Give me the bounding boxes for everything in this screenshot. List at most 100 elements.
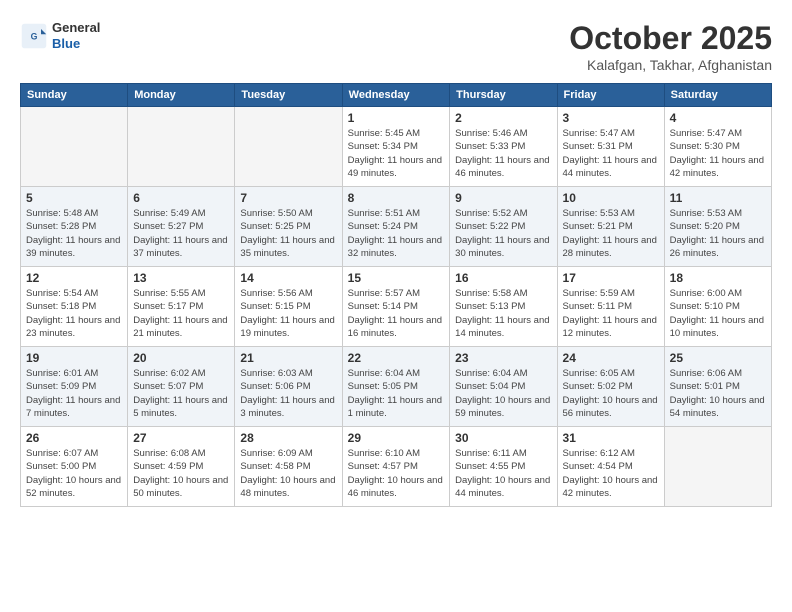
calendar-cell: 27 Sunrise: 6:08 AM Sunset: 4:59 PM Dayli… <box>128 427 235 507</box>
calendar-cell: 26 Sunrise: 6:07 AM Sunset: 5:00 PM Dayli… <box>21 427 128 507</box>
day-info: Sunrise: 6:07 AM Sunset: 5:00 PM Dayligh… <box>26 447 122 500</box>
day-info: Sunrise: 5:45 AM Sunset: 5:34 PM Dayligh… <box>348 127 445 180</box>
day-number: 31 <box>563 431 659 445</box>
calendar-week-row: 26 Sunrise: 6:07 AM Sunset: 5:00 PM Dayli… <box>21 427 772 507</box>
calendar-cell: 22 Sunrise: 6:04 AM Sunset: 5:05 PM Dayli… <box>342 347 450 427</box>
calendar-cell <box>235 107 342 187</box>
day-info: Sunrise: 5:56 AM Sunset: 5:15 PM Dayligh… <box>240 287 336 340</box>
day-info: Sunrise: 6:05 AM Sunset: 5:02 PM Dayligh… <box>563 367 659 420</box>
day-number: 27 <box>133 431 229 445</box>
day-number: 20 <box>133 351 229 365</box>
calendar-cell: 28Sunrise: 6:09 AM Sunset: 4:58 PM Dayli… <box>235 427 342 507</box>
day-number: 17 <box>563 271 659 285</box>
calendar-cell: 23 Sunrise: 6:04 AM Sunset: 5:04 PM Dayli… <box>450 347 557 427</box>
day-info: Sunrise: 5:55 AM Sunset: 5:17 PM Dayligh… <box>133 287 229 340</box>
day-info: Sunrise: 6:08 AM Sunset: 4:59 PM Dayligh… <box>133 447 229 500</box>
day-number: 15 <box>348 271 445 285</box>
day-number: 1 <box>348 111 445 125</box>
day-number: 25 <box>670 351 766 365</box>
day-info: Sunrise: 5:57 AM Sunset: 5:14 PM Dayligh… <box>348 287 445 340</box>
calendar-cell: 30 Sunrise: 6:11 AM Sunset: 4:55 PM Dayli… <box>450 427 557 507</box>
calendar-cell: 2Sunrise: 5:46 AM Sunset: 5:33 PM Daylig… <box>450 107 557 187</box>
day-number: 13 <box>133 271 229 285</box>
calendar-cell: 4Sunrise: 5:47 AM Sunset: 5:30 PM Daylig… <box>664 107 771 187</box>
day-number: 26 <box>26 431 122 445</box>
day-info: Sunrise: 5:59 AM Sunset: 5:11 PM Dayligh… <box>563 287 659 340</box>
day-number: 11 <box>670 191 766 205</box>
day-info: Sunrise: 6:10 AM Sunset: 4:57 PM Dayligh… <box>348 447 445 500</box>
day-number: 6 <box>133 191 229 205</box>
calendar-cell: 6 Sunrise: 5:49 AM Sunset: 5:27 PM Daylig… <box>128 187 235 267</box>
day-info: Sunrise: 5:58 AM Sunset: 5:13 PM Dayligh… <box>455 287 551 340</box>
day-info: Sunrise: 5:48 AM Sunset: 5:28 PM Dayligh… <box>26 207 122 260</box>
day-info: Sunrise: 6:12 AM Sunset: 4:54 PM Dayligh… <box>563 447 659 500</box>
calendar-cell: 1 Sunrise: 5:45 AM Sunset: 5:34 PM Daylig… <box>342 107 450 187</box>
day-number: 16 <box>455 271 551 285</box>
weekday-header-wednesday: Wednesday <box>342 84 450 107</box>
day-info: Sunrise: 6:04 AM Sunset: 5:04 PM Dayligh… <box>455 367 551 420</box>
title-section: October 2025 Kalafgan, Takhar, Afghanist… <box>569 20 772 73</box>
calendar-cell <box>21 107 128 187</box>
calendar-cell: 9Sunrise: 5:52 AM Sunset: 5:22 PM Daylig… <box>450 187 557 267</box>
calendar-cell: 24Sunrise: 6:05 AM Sunset: 5:02 PM Dayli… <box>557 347 664 427</box>
logo-icon: G <box>20 22 48 50</box>
calendar-cell: 21 Sunrise: 6:03 AM Sunset: 5:06 PM Dayli… <box>235 347 342 427</box>
calendar-cell: 25 Sunrise: 6:06 AM Sunset: 5:01 PM Dayli… <box>664 347 771 427</box>
calendar-cell: 3 Sunrise: 5:47 AM Sunset: 5:31 PM Daylig… <box>557 107 664 187</box>
day-number: 30 <box>455 431 551 445</box>
weekday-header-monday: Monday <box>128 84 235 107</box>
calendar-cell: 5Sunrise: 5:48 AM Sunset: 5:28 PM Daylig… <box>21 187 128 267</box>
calendar-cell: 7 Sunrise: 5:50 AM Sunset: 5:25 PM Daylig… <box>235 187 342 267</box>
day-info: Sunrise: 5:50 AM Sunset: 5:25 PM Dayligh… <box>240 207 336 260</box>
calendar-cell: 17 Sunrise: 5:59 AM Sunset: 5:11 PM Dayli… <box>557 267 664 347</box>
day-info: Sunrise: 6:03 AM Sunset: 5:06 PM Dayligh… <box>240 367 336 420</box>
day-number: 22 <box>348 351 445 365</box>
day-info: Sunrise: 6:04 AM Sunset: 5:05 PM Dayligh… <box>348 367 445 420</box>
calendar-cell: 14 Sunrise: 5:56 AM Sunset: 5:15 PM Dayli… <box>235 267 342 347</box>
calendar-week-row: 19Sunrise: 6:01 AM Sunset: 5:09 PM Dayli… <box>21 347 772 427</box>
calendar-cell <box>664 427 771 507</box>
calendar-week-row: 12Sunrise: 5:54 AM Sunset: 5:18 PM Dayli… <box>21 267 772 347</box>
calendar-cell: 11 Sunrise: 5:53 AM Sunset: 5:20 PM Dayli… <box>664 187 771 267</box>
day-info: Sunrise: 5:46 AM Sunset: 5:33 PM Dayligh… <box>455 127 551 180</box>
day-info: Sunrise: 6:02 AM Sunset: 5:07 PM Dayligh… <box>133 367 229 420</box>
weekday-header-thursday: Thursday <box>450 84 557 107</box>
logo-blue-text: Blue <box>52 36 100 52</box>
day-info: Sunrise: 5:51 AM Sunset: 5:24 PM Dayligh… <box>348 207 445 260</box>
weekday-header-row: SundayMondayTuesdayWednesdayThursdayFrid… <box>21 84 772 107</box>
day-info: Sunrise: 6:11 AM Sunset: 4:55 PM Dayligh… <box>455 447 551 500</box>
weekday-header-friday: Friday <box>557 84 664 107</box>
day-number: 3 <box>563 111 659 125</box>
day-info: Sunrise: 5:47 AM Sunset: 5:31 PM Dayligh… <box>563 127 659 180</box>
day-number: 7 <box>240 191 336 205</box>
calendar-title: October 2025 <box>569 20 772 57</box>
svg-text:G: G <box>31 31 38 41</box>
calendar-cell: 15 Sunrise: 5:57 AM Sunset: 5:14 PM Dayli… <box>342 267 450 347</box>
day-info: Sunrise: 5:49 AM Sunset: 5:27 PM Dayligh… <box>133 207 229 260</box>
day-info: Sunrise: 5:53 AM Sunset: 5:21 PM Dayligh… <box>563 207 659 260</box>
day-number: 23 <box>455 351 551 365</box>
calendar-cell: 20 Sunrise: 6:02 AM Sunset: 5:07 PM Dayli… <box>128 347 235 427</box>
calendar-subtitle: Kalafgan, Takhar, Afghanistan <box>569 57 772 73</box>
day-number: 14 <box>240 271 336 285</box>
logo-general-text: General <box>52 20 100 36</box>
day-info: Sunrise: 5:53 AM Sunset: 5:20 PM Dayligh… <box>670 207 766 260</box>
calendar-cell: 12Sunrise: 5:54 AM Sunset: 5:18 PM Dayli… <box>21 267 128 347</box>
calendar-cell: 31 Sunrise: 6:12 AM Sunset: 4:54 PM Dayli… <box>557 427 664 507</box>
day-info: Sunrise: 5:52 AM Sunset: 5:22 PM Dayligh… <box>455 207 551 260</box>
day-number: 29 <box>348 431 445 445</box>
calendar-cell: 10 Sunrise: 5:53 AM Sunset: 5:21 PM Dayli… <box>557 187 664 267</box>
day-info: Sunrise: 6:06 AM Sunset: 5:01 PM Dayligh… <box>670 367 766 420</box>
logo: G General Blue <box>20 20 100 51</box>
calendar-week-row: 5Sunrise: 5:48 AM Sunset: 5:28 PM Daylig… <box>21 187 772 267</box>
calendar-cell: 16 Sunrise: 5:58 AM Sunset: 5:13 PM Dayli… <box>450 267 557 347</box>
weekday-header-saturday: Saturday <box>664 84 771 107</box>
calendar-cell: 13 Sunrise: 5:55 AM Sunset: 5:17 PM Dayli… <box>128 267 235 347</box>
weekday-header-sunday: Sunday <box>21 84 128 107</box>
day-number: 10 <box>563 191 659 205</box>
day-info: Sunrise: 5:47 AM Sunset: 5:30 PM Dayligh… <box>670 127 766 180</box>
day-info: Sunrise: 5:54 AM Sunset: 5:18 PM Dayligh… <box>26 287 122 340</box>
calendar-cell <box>128 107 235 187</box>
day-number: 21 <box>240 351 336 365</box>
day-number: 8 <box>348 191 445 205</box>
